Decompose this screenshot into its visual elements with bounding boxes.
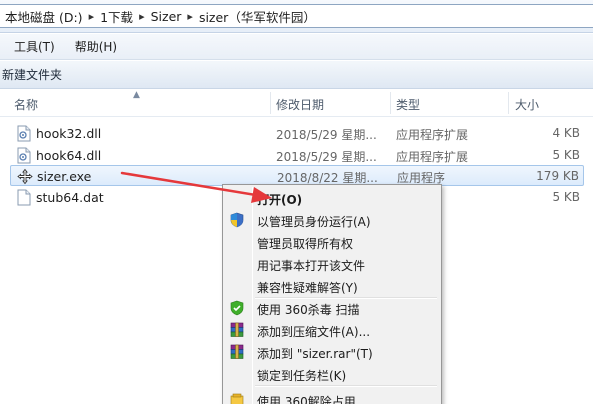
menu-bar: 工具(T) 帮助(H)	[0, 34, 593, 60]
menu-item-add-to-archive[interactable]: 添加到压缩文件(A)...	[226, 319, 438, 341]
menu-item-label: 添加到压缩文件(A)...	[257, 325, 371, 339]
file-date: 2018/5/29 星期...	[276, 150, 377, 164]
menu-item-open-with-notepad[interactable]: 用记事本打开该文件	[226, 253, 438, 275]
menu-item-label: 用记事本打开该文件	[257, 259, 366, 273]
menu-item-run-as-admin[interactable]: 以管理员身份运行(A)	[226, 209, 438, 231]
menu-item-pin-to-taskbar[interactable]: 锁定到任务栏(K)	[226, 363, 438, 385]
file-row-hook64[interactable]: hook64.dll 2018/5/29 星期... 应用程序扩展 5 KB	[10, 145, 584, 166]
menu-item-label: 打开(O)	[257, 193, 303, 207]
breadcrumb-separator-icon[interactable]: ▸	[187, 10, 193, 23]
360-shield-icon	[230, 300, 244, 316]
sort-ascending-icon: ▲	[133, 90, 140, 100]
winrar-icon	[230, 344, 244, 359]
new-folder-button[interactable]: 新建文件夹	[0, 64, 64, 85]
file-type: 应用程序扩展	[396, 150, 469, 164]
column-divider[interactable]	[508, 92, 509, 114]
blank-file-icon	[17, 189, 31, 206]
menu-item-label: 锁定到任务栏(K)	[257, 369, 347, 383]
column-name[interactable]: 名称	[14, 96, 38, 113]
breadcrumb-sizer[interactable]: Sizer	[151, 9, 182, 24]
menu-item-label: 兼容性疑难解答(Y)	[257, 281, 358, 295]
menu-item-add-to-sizer-rar[interactable]: 添加到 "sizer.rar"(T)	[226, 341, 438, 363]
address-box[interactable]: 本地磁盘 (D:) ▸ 1下载 ▸ Sizer ▸ sizer（华军软件园）	[0, 4, 593, 28]
file-name: hook64.dll	[36, 148, 102, 163]
column-divider[interactable]	[270, 92, 271, 114]
file-name: hook32.dll	[36, 126, 102, 141]
menu-item-label: 管理员取得所有权	[257, 237, 354, 251]
file-size: 5 KB	[552, 190, 580, 204]
menu-tools[interactable]: 工具(T)	[10, 36, 59, 57]
column-header: ▲ 名称 修改日期 类型 大小	[0, 90, 593, 117]
file-size: 4 KB	[552, 126, 580, 140]
menu-item-360-scan[interactable]: 使用 360杀毒 扫描	[226, 297, 438, 319]
sizer-app-icon	[17, 168, 33, 185]
uac-shield-icon	[230, 212, 244, 228]
menu-item-label: 使用 360杀毒 扫描	[257, 303, 360, 317]
menu-item-label: 以管理员身份运行(A)	[257, 215, 371, 229]
file-row-sizer-exe[interactable]: sizer.exe 2018/8/22 星期... 应用程序 179 KB	[10, 165, 584, 186]
menu-separator	[255, 385, 437, 387]
breadcrumb-separator-icon[interactable]: ▸	[139, 10, 145, 23]
file-type: 应用程序扩展	[396, 128, 469, 142]
command-bar: 新建文件夹	[0, 61, 593, 89]
menu-item-open[interactable]: 打开(O)	[226, 187, 438, 209]
dll-file-icon	[17, 147, 31, 164]
address-bar: 本地磁盘 (D:) ▸ 1下载 ▸ Sizer ▸ sizer（华军软件园）	[0, 0, 593, 33]
breadcrumb-current-folder[interactable]: sizer（华军软件园）	[199, 7, 316, 26]
menu-item-label: 使用 360解除占用	[257, 395, 356, 404]
file-size: 5 KB	[552, 148, 580, 162]
menu-help[interactable]: 帮助(H)	[71, 36, 121, 57]
dll-file-icon	[17, 125, 31, 142]
menu-item-label: 添加到 "sizer.rar"(T)	[257, 347, 373, 361]
winrar-icon	[230, 322, 244, 337]
menu-item-compat-troubleshoot[interactable]: 兼容性疑难解答(Y)	[226, 275, 438, 297]
360-unlock-icon	[230, 393, 244, 404]
file-name: sizer.exe	[37, 169, 92, 184]
column-date[interactable]: 修改日期	[276, 96, 324, 113]
breadcrumb-separator-icon[interactable]: ▸	[89, 10, 95, 23]
column-size[interactable]: 大小	[515, 96, 539, 113]
menu-item-360-unlock[interactable]: 使用 360解除占用	[226, 389, 438, 404]
file-size: 179 KB	[536, 169, 579, 183]
context-menu: 打开(O) 以管理员身份运行(A) 管理员取得所有权 用记事本打开该文件 兼容性…	[222, 184, 442, 404]
file-row-hook32[interactable]: hook32.dll 2018/5/29 星期... 应用程序扩展 4 KB	[10, 123, 584, 144]
menu-item-take-ownership[interactable]: 管理员取得所有权	[226, 231, 438, 253]
breadcrumb-downloads[interactable]: 1下载	[100, 7, 133, 26]
column-divider[interactable]	[390, 92, 391, 114]
file-date: 2018/5/29 星期...	[276, 128, 377, 142]
column-type[interactable]: 类型	[396, 96, 420, 113]
breadcrumb-drive[interactable]: 本地磁盘 (D:)	[5, 7, 83, 26]
file-name: stub64.dat	[36, 190, 104, 205]
